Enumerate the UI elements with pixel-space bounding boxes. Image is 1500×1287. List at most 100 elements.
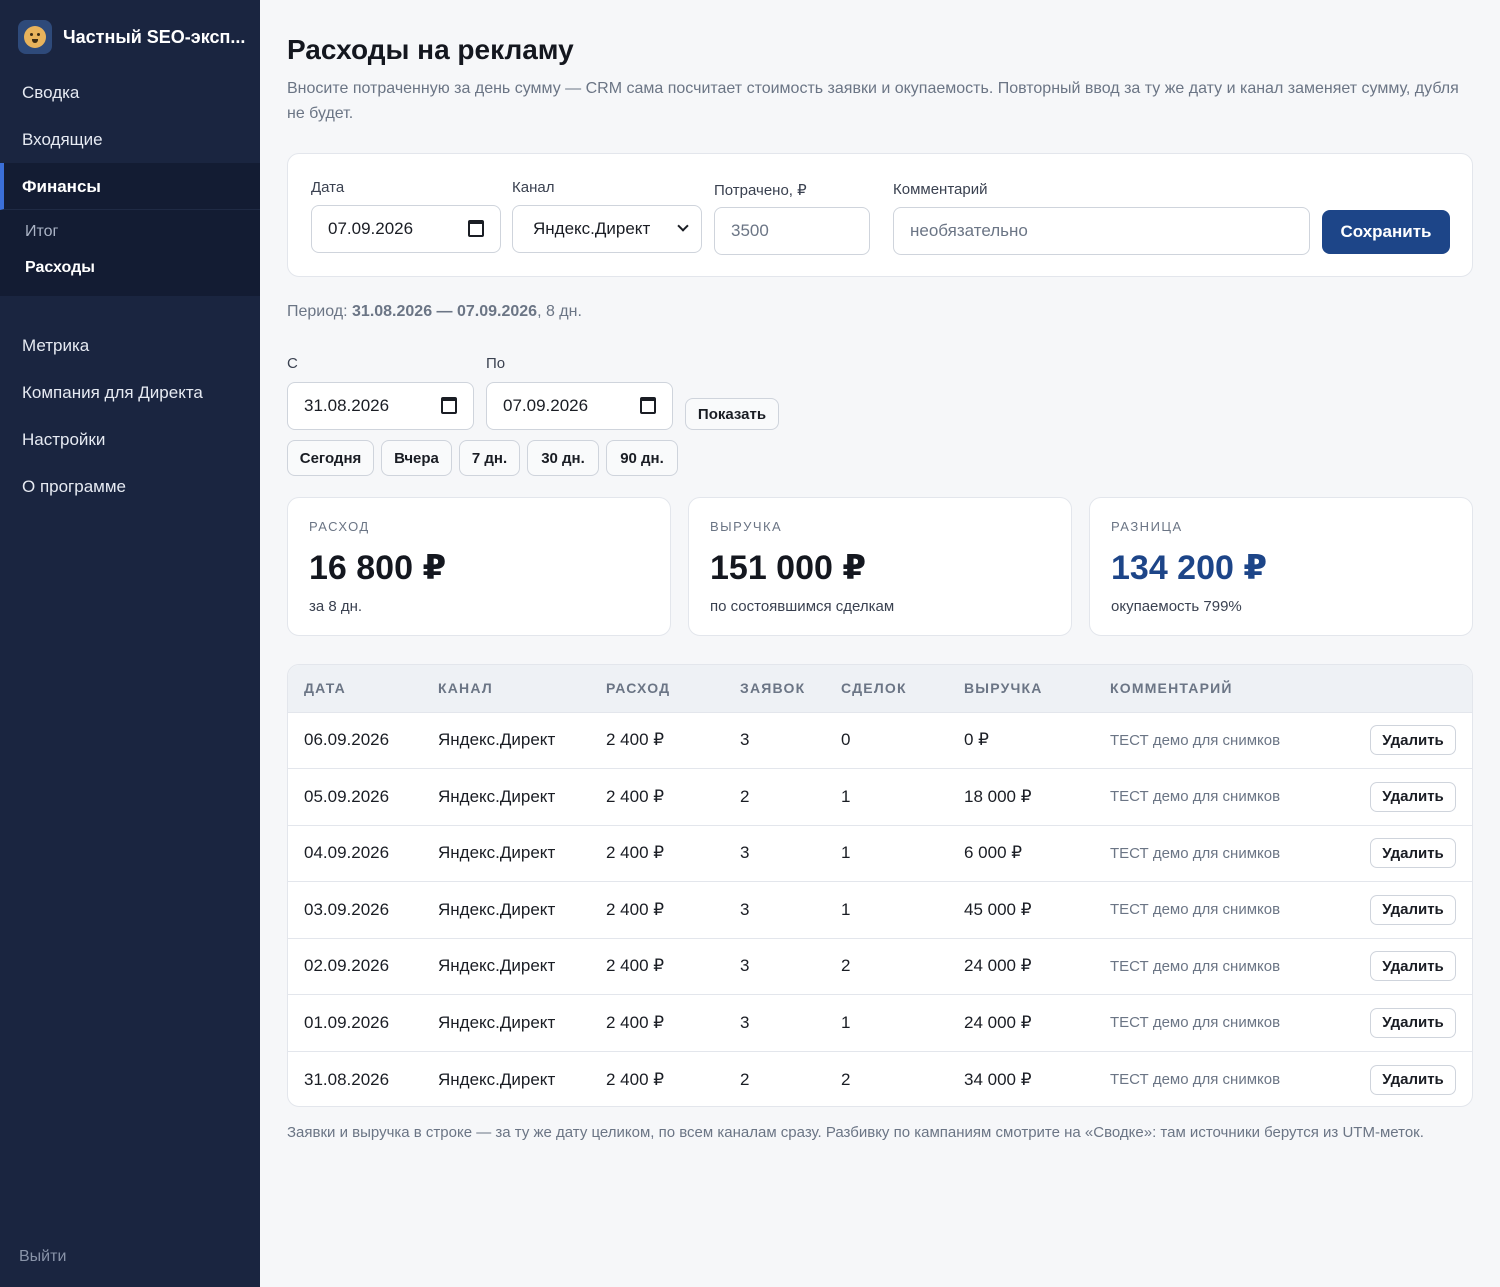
nav-item-inbox[interactable]: Входящие [0,116,260,163]
nav-group-finance: Финансы Итог Расходы [0,163,260,296]
spent-placeholder: 3500 [731,221,769,240]
date-input[interactable]: 07.09.2026 [311,205,501,253]
comment-placeholder: необязательно [910,221,1028,240]
comment-input[interactable]: необязательно [893,207,1310,255]
nav-item-direct-campaign[interactable]: Компания для Директа [0,369,260,416]
nav-item-about[interactable]: О программе [0,463,260,510]
cell-date: 03.09.2026 [304,899,390,919]
spent-input[interactable]: 3500 [714,207,870,255]
cell-deals: 2 [841,956,851,976]
cell-leads: 2 [740,1069,750,1089]
nav-item-summary[interactable]: Сводка [0,69,260,116]
stat-subtitle: окупаемость 799% [1111,598,1242,615]
cell-date: 01.09.2026 [304,1012,390,1032]
table-row: 03.09.2026 Яндекс.Директ 2 400 ₽ 3 1 45 … [288,881,1472,939]
period-summary: Период: 31.08.2026 — 07.09.2026, 8 дн. [287,303,582,321]
nav-item-finance[interactable]: Финансы [0,163,260,210]
stat-subtitle: по состоявшимся сделкам [710,598,895,615]
table-row: 04.09.2026 Яндекс.Директ 2 400 ₽ 3 1 6 0… [288,825,1472,882]
cell-revenue: 0 ₽ [964,730,989,750]
table-row: 05.09.2026 Яндекс.Директ 2 400 ₽ 2 1 18 … [288,768,1472,826]
cell-date: 05.09.2026 [304,786,390,806]
delete-button[interactable]: Удалить [1370,894,1456,925]
cell-spend: 2 400 ₽ [606,786,665,806]
cell-leads: 3 [740,956,750,976]
delete-button[interactable]: Удалить [1370,951,1456,982]
cell-deals: 1 [841,1012,851,1032]
main-nav: Сводка Входящие Финансы Итог Расходы [0,69,260,296]
table-header-row: ДАТА КАНАЛ РАСХОД ЗАЯВОК СДЕЛОК ВЫРУЧКА … [288,665,1472,712]
dog-logo-icon [18,20,52,54]
delete-button[interactable]: Удалить [1370,725,1456,756]
cell-leads: 3 [740,899,750,919]
to-date-input[interactable]: 07.09.2026 [486,382,673,430]
cell-spend: 2 400 ₽ [606,1069,665,1089]
delete-button[interactable]: Удалить [1370,838,1456,869]
delete-button[interactable]: Удалить [1370,781,1456,812]
stat-card-expense: РАСХОД 16 800 ₽ за 8 дн. [287,497,671,636]
calendar-icon[interactable] [468,220,484,237]
cell-revenue: 45 000 ₽ [964,899,1032,919]
column-header-leads: ЗАЯВОК [740,680,806,697]
stat-subtitle: за 8 дн. [309,598,363,615]
from-label: С [287,355,298,372]
logout-link[interactable]: Выйти [19,1248,66,1266]
preset-30d-button[interactable]: 30 дн. [527,440,599,476]
nav-item-settings[interactable]: Настройки [0,416,260,463]
cell-channel: Яндекс.Директ [438,899,556,919]
cell-comment: ТЕСТ демо для снимков [1110,731,1281,749]
finance-submenu: Итог Расходы [0,210,260,296]
preset-90d-button[interactable]: 90 дн. [606,440,678,476]
preset-7d-button[interactable]: 7 дн. [459,440,520,476]
table-row: 31.08.2026 Яндекс.Директ 2 400 ₽ 2 2 34 … [288,1051,1472,1106]
preset-yesterday-button[interactable]: Вчера [381,440,452,476]
column-header-actions [1354,665,1472,712]
cell-channel: Яндекс.Директ [438,1012,556,1032]
cell-comment: ТЕСТ демо для снимков [1110,844,1281,862]
expenses-table: ДАТА КАНАЛ РАСХОД ЗАЯВОК СДЕЛОК ВЫРУЧКА … [287,664,1473,1107]
from-date-input[interactable]: 31.08.2026 [287,382,474,430]
period-suffix: , 8 дн. [537,303,582,320]
stat-label: РАСХОД [309,519,370,534]
cell-date: 31.08.2026 [304,1069,390,1089]
from-date-value: 31.08.2026 [304,396,390,415]
brand[interactable]: Частный SEO-эксп... [18,20,245,54]
cell-channel: Яндекс.Директ [438,1069,556,1089]
calendar-icon[interactable] [640,397,656,414]
calendar-icon[interactable] [441,397,457,414]
table-row: 06.09.2026 Яндекс.Директ 2 400 ₽ 3 0 0 ₽… [288,712,1472,769]
cell-actions: Удалить [1354,825,1472,882]
app-name: Частный SEO-эксп... [63,26,246,47]
cell-actions: Удалить [1354,769,1472,826]
delete-button[interactable]: Удалить [1370,1007,1456,1038]
cell-actions: Удалить [1354,882,1472,939]
show-button[interactable]: Показать [685,398,779,430]
chevron-down-icon [677,220,689,232]
stat-value: 151 000 ₽ [710,549,867,587]
sub-item-total[interactable]: Итог [0,214,260,250]
cell-actions: Удалить [1354,1051,1472,1106]
cell-actions: Удалить [1354,995,1472,1052]
cell-spend: 2 400 ₽ [606,1012,665,1032]
nav-item-metrika[interactable]: Метрика [0,322,260,369]
stat-card-revenue: ВЫРУЧКА 151 000 ₽ по состоявшимся сделка… [688,497,1072,636]
cell-channel: Яндекс.Директ [438,730,556,750]
cell-spend: 2 400 ₽ [606,730,665,750]
cell-leads: 2 [740,786,750,806]
column-header-deals: СДЕЛОК [841,680,907,697]
to-label: По [486,355,506,372]
cell-spend: 2 400 ₽ [606,899,665,919]
cell-leads: 3 [740,843,750,863]
cell-channel: Яндекс.Директ [438,843,556,863]
channel-select[interactable]: Яндекс.Директ [512,205,702,253]
column-header-date: ДАТА [304,680,346,697]
delete-button[interactable]: Удалить [1370,1064,1456,1095]
cell-deals: 1 [841,786,851,806]
table-footnote: Заявки и выручка в строке — за ту же дат… [287,1124,1424,1141]
cell-channel: Яндекс.Директ [438,786,556,806]
cell-comment: ТЕСТ демо для снимков [1110,1014,1281,1032]
sub-item-expenses[interactable]: Расходы [0,250,260,286]
save-button[interactable]: Сохранить [1322,210,1450,254]
preset-today-button[interactable]: Сегодня [287,440,374,476]
column-header-spend: РАСХОД [606,680,671,697]
